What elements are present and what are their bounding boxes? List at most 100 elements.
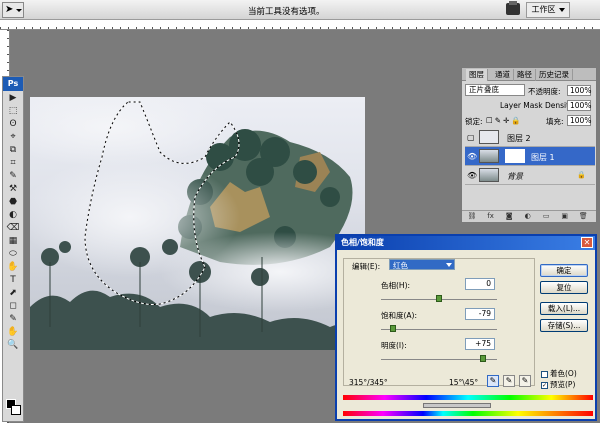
horizontal-ruler bbox=[0, 20, 600, 30]
zoom-tool-icon[interactable]: 🔍 bbox=[4, 339, 22, 351]
layer-name: 背景 bbox=[507, 172, 523, 181]
link-layers-icon[interactable]: ⛓ bbox=[466, 212, 478, 220]
colorize-label: 着色(O) bbox=[550, 369, 577, 378]
tool-preset-picker[interactable]: ➤ bbox=[2, 2, 24, 18]
preview-checkbox[interactable]: ✓ 预览(P) bbox=[541, 379, 575, 390]
path-select-icon[interactable]: ⬈ bbox=[4, 287, 22, 299]
arrow-icon: ➤ bbox=[5, 4, 14, 15]
saturation-input[interactable]: -79 bbox=[465, 308, 495, 320]
hue-input[interactable]: 0 bbox=[465, 278, 495, 290]
chevron-down-icon bbox=[446, 263, 452, 267]
hue-label: 色相(H): bbox=[381, 281, 411, 290]
layers-panel: 图层 通道 路径 历史记录 正片叠底 不透明度: 100% Layer Mask… bbox=[461, 67, 597, 223]
edit-label: 编辑(E): bbox=[351, 261, 382, 272]
hue-spectrum-bar bbox=[343, 395, 593, 400]
hand-tool-icon[interactable]: ✋ bbox=[4, 326, 22, 338]
group-icon[interactable]: ▭ bbox=[540, 212, 552, 220]
add-mask-icon[interactable]: ◙ bbox=[503, 212, 515, 220]
saturation-slider-thumb[interactable] bbox=[390, 325, 397, 332]
lightness-input[interactable]: +75 bbox=[465, 338, 495, 350]
eraser-tool-icon[interactable]: ⌫ bbox=[4, 222, 22, 234]
toolbox: Ps ▶ ⬚ ʘ ⌖ ⧉ ⌗ ✎ ⚒ ⬣ ◐ ⌫ ▦ ⬭ ✋ T ⬈ ◻ ✎ ✋… bbox=[2, 76, 24, 422]
eye-icon[interactable]: 👁 bbox=[467, 171, 477, 180]
bridge-icon[interactable] bbox=[506, 1, 520, 15]
slice-tool-icon[interactable]: ⌗ bbox=[4, 157, 22, 169]
eyedropper-plus-icon[interactable]: ✎ bbox=[503, 375, 515, 387]
adjusted-spectrum-bar bbox=[343, 411, 593, 416]
opacity-field[interactable]: 100% bbox=[567, 85, 591, 96]
marquee-tool-icon[interactable]: ⬚ bbox=[4, 105, 22, 117]
workspace-label: 工作区 bbox=[531, 5, 556, 14]
layer-name: 图层 1 bbox=[531, 153, 555, 162]
visibility-toggle-off[interactable]: ▢ bbox=[467, 133, 475, 142]
fog-layer bbox=[30, 97, 230, 167]
gradient-tool-icon[interactable]: ▦ bbox=[4, 235, 22, 247]
tab-history[interactable]: 历史记录 bbox=[536, 69, 573, 81]
layer-mask-thumbnail[interactable] bbox=[505, 149, 525, 163]
layer-style-icon[interactable]: fx bbox=[485, 212, 497, 220]
lasso-tool-icon[interactable]: ʘ bbox=[4, 118, 22, 130]
clone-stamp-icon[interactable]: ⬣ bbox=[4, 196, 22, 208]
saturation-label: 饱和度(A): bbox=[381, 311, 418, 320]
saturation-slider-track[interactable] bbox=[381, 329, 497, 330]
trash-icon[interactable]: 🗑 bbox=[577, 212, 589, 220]
fill-field[interactable]: 100% bbox=[567, 115, 591, 126]
history-brush-icon[interactable]: ◐ bbox=[4, 209, 22, 221]
shape-tool-icon[interactable]: ◻ bbox=[4, 300, 22, 312]
reset-button[interactable]: 复位 bbox=[540, 281, 588, 294]
type-tool-icon[interactable]: T bbox=[4, 274, 22, 286]
opacity-label: 不透明度: bbox=[528, 87, 561, 96]
new-layer-icon[interactable]: ▣ bbox=[559, 212, 571, 220]
edit-select[interactable]: 红色 bbox=[389, 259, 455, 270]
layer-row[interactable]: 👁 图层 1 bbox=[465, 147, 595, 166]
mask-density-field[interactable]: 100% bbox=[567, 100, 591, 111]
brush-tool-icon[interactable]: ⚒ bbox=[4, 183, 22, 195]
blur-tool-icon[interactable]: ⬭ bbox=[4, 248, 22, 260]
preview-label: 预览(P) bbox=[550, 380, 576, 389]
lock-icons[interactable]: ☐✎✛🔒 bbox=[486, 116, 523, 125]
range-left-readout: 315°/345° bbox=[349, 378, 388, 387]
eyedropper-tool-icon[interactable]: ✎ bbox=[4, 313, 22, 325]
workspace-menu[interactable]: 工作区 bbox=[526, 2, 570, 18]
options-bar: ➤ 当前工具没有选项。 工作区 bbox=[0, 0, 600, 20]
document-canvas[interactable] bbox=[30, 97, 365, 350]
blend-mode-select[interactable]: 正片叠底 bbox=[465, 84, 525, 96]
layer-row[interactable]: ▢ 图层 2 bbox=[465, 128, 595, 147]
move-tool-icon[interactable]: ▶ bbox=[4, 92, 22, 104]
crop-tool-icon[interactable]: ⧉ bbox=[4, 144, 22, 156]
eyedropper-icon[interactable]: ✎ bbox=[487, 375, 499, 387]
color-range-slider[interactable] bbox=[423, 403, 491, 408]
canvas-image bbox=[30, 97, 365, 350]
magic-wand-tool-icon[interactable]: ⌖ bbox=[4, 131, 22, 143]
layers-footer: ⛓ fx ◙ ◐ ▭ ▣ 🗑 bbox=[462, 210, 596, 222]
options-status-text: 当前工具没有选项。 bbox=[248, 7, 325, 17]
photoshop-logo: Ps bbox=[3, 77, 23, 91]
range-right-readout: 15°\45° bbox=[449, 378, 479, 387]
load-button[interactable]: 载入(L)... bbox=[540, 302, 588, 315]
save-button[interactable]: 存储(S)... bbox=[540, 319, 588, 332]
fill-label: 填充: bbox=[546, 117, 564, 126]
layer-thumbnail bbox=[479, 149, 499, 163]
tab-channels[interactable]: 通道 bbox=[492, 69, 514, 81]
lightness-slider-thumb[interactable] bbox=[479, 355, 486, 362]
lock-label: 锁定: bbox=[465, 117, 483, 126]
eye-icon[interactable]: 👁 bbox=[467, 152, 477, 161]
colorize-checkbox[interactable]: 着色(O) bbox=[541, 368, 577, 379]
edit-group bbox=[343, 258, 535, 386]
chevron-down-icon bbox=[558, 7, 565, 12]
adjustment-layer-icon[interactable]: ◐ bbox=[522, 212, 534, 220]
background-color-swatch[interactable] bbox=[11, 405, 21, 415]
hue-slider-thumb[interactable] bbox=[436, 295, 442, 302]
eyedropper-minus-icon[interactable]: ✎ bbox=[519, 375, 531, 387]
dodge-tool-icon[interactable]: ✋ bbox=[4, 261, 22, 273]
tab-paths[interactable]: 路径 bbox=[514, 69, 536, 81]
lightness-label: 明度(I): bbox=[381, 341, 407, 350]
close-button[interactable]: ✕ bbox=[581, 237, 593, 248]
layer-row[interactable]: 👁 背景 🔒 bbox=[465, 166, 595, 185]
dialog-title: 色相/饱和度 bbox=[341, 238, 384, 247]
mask-density-label: Layer Mask Density bbox=[500, 101, 574, 110]
tab-layers[interactable]: 图层 bbox=[466, 69, 488, 81]
ok-button[interactable]: 确定 bbox=[540, 264, 588, 277]
healing-brush-icon[interactable]: ✎ bbox=[4, 170, 22, 182]
checkbox-box bbox=[541, 370, 548, 378]
